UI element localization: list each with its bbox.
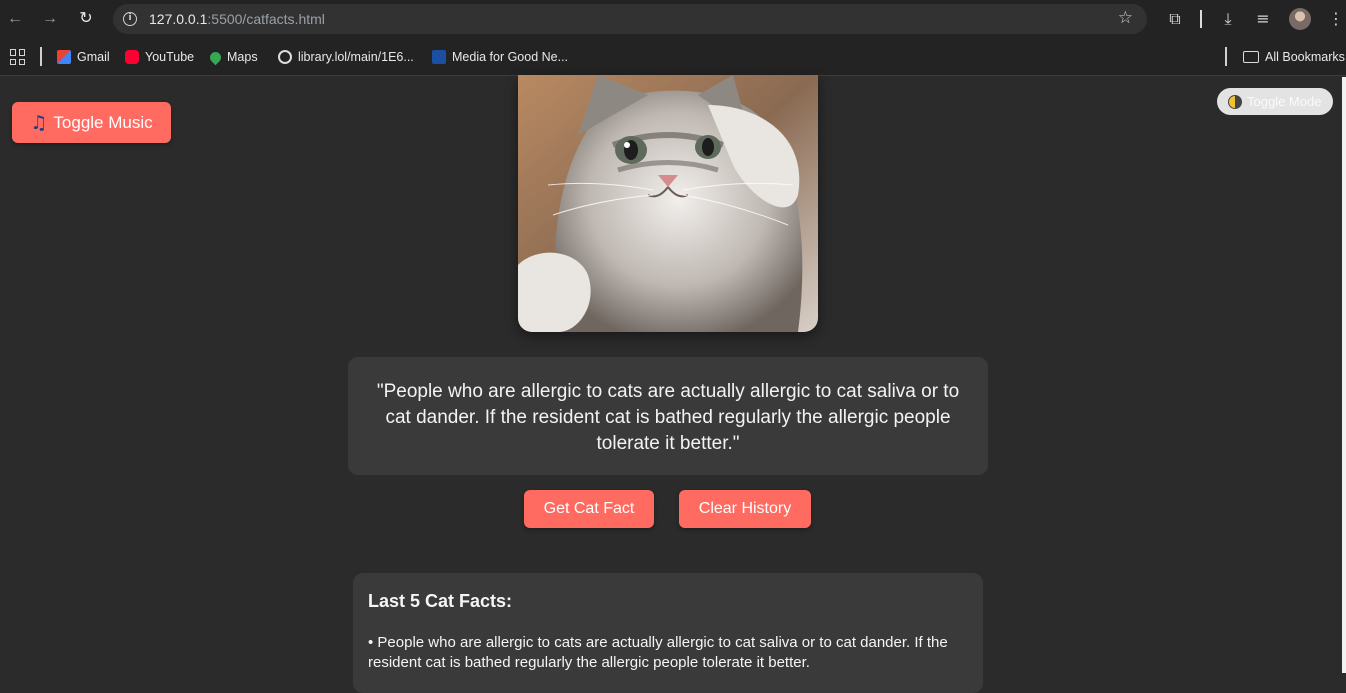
url-text[interactable]: 127.0.0.1:5500/catfacts.html (149, 11, 325, 27)
download-icon[interactable]: ⤓ (1216, 7, 1240, 31)
cat-fact-text: "People who are allergic to cats are act… (376, 381, 960, 454)
fact-history-panel: Last 5 Cat Facts: • People who are aller… (353, 573, 983, 693)
bookmark-star-icon[interactable]: ☆ (1118, 8, 1133, 28)
history-list: • People who are allergic to cats are ac… (368, 633, 968, 673)
browser-toolbar: ← → ↻ i 127.0.0.1:5500/catfacts.html ☆ ⧉… (0, 0, 1346, 38)
toolbar-divider (1200, 10, 1202, 28)
reload-icon[interactable]: ↻ (74, 7, 98, 31)
apps-grid-icon[interactable] (10, 49, 26, 65)
bookmark-youtube[interactable]: YouTube (125, 48, 194, 66)
toggle-mode-button[interactable]: Toggle Mode (1217, 88, 1333, 115)
bookmarks-divider-right (1225, 47, 1227, 66)
contrast-icon (1228, 94, 1242, 109)
page-scrollbar[interactable] (1342, 77, 1346, 673)
extensions-icon[interactable]: ⧉ (1163, 7, 1187, 31)
bookmarks-divider (40, 47, 42, 66)
folder-icon (1243, 51, 1259, 63)
cat-fact-card: "People who are allergic to cats are act… (348, 357, 988, 475)
bookmark-media-for-good[interactable]: Media for Good Ne... (432, 48, 568, 66)
menu-kebab-icon[interactable]: ⋮ (1324, 7, 1346, 31)
maps-icon (207, 49, 224, 65)
gmail-icon (57, 50, 71, 64)
get-cat-fact-button[interactable]: Get Cat Fact (524, 490, 654, 528)
all-bookmarks[interactable]: All Bookmarks (1243, 48, 1345, 66)
bookmark-gmail[interactable]: Gmail (57, 48, 110, 66)
cat-photo (518, 75, 818, 332)
page-content: ♫ Toggle Music Toggle Mode "People who a… (0, 75, 1342, 693)
bookmarks-bar: Gmail YouTube Maps library.lol/main/1E6.… (0, 38, 1346, 76)
profile-avatar[interactable] (1289, 8, 1311, 30)
forward-arrow-icon[interactable]: → (38, 7, 62, 31)
address-bar[interactable]: i 127.0.0.1:5500/catfacts.html ☆ (113, 4, 1147, 34)
bookmark-library[interactable]: library.lol/main/1E6... (278, 48, 414, 66)
media-icon (432, 50, 446, 64)
media-queue-icon[interactable]: ≡ (1251, 7, 1275, 31)
music-note-icon: ♫ (30, 111, 48, 134)
globe-icon (278, 50, 292, 64)
clear-history-button[interactable]: Clear History (679, 490, 811, 528)
history-item: • People who are allergic to cats are ac… (368, 634, 948, 671)
bookmark-maps[interactable]: Maps (207, 48, 258, 66)
back-arrow-icon[interactable]: ← (3, 7, 27, 31)
site-info-icon[interactable]: i (123, 12, 137, 26)
toggle-music-button[interactable]: ♫ Toggle Music (12, 102, 171, 143)
youtube-icon (125, 50, 139, 64)
history-title: Last 5 Cat Facts: (368, 591, 513, 611)
